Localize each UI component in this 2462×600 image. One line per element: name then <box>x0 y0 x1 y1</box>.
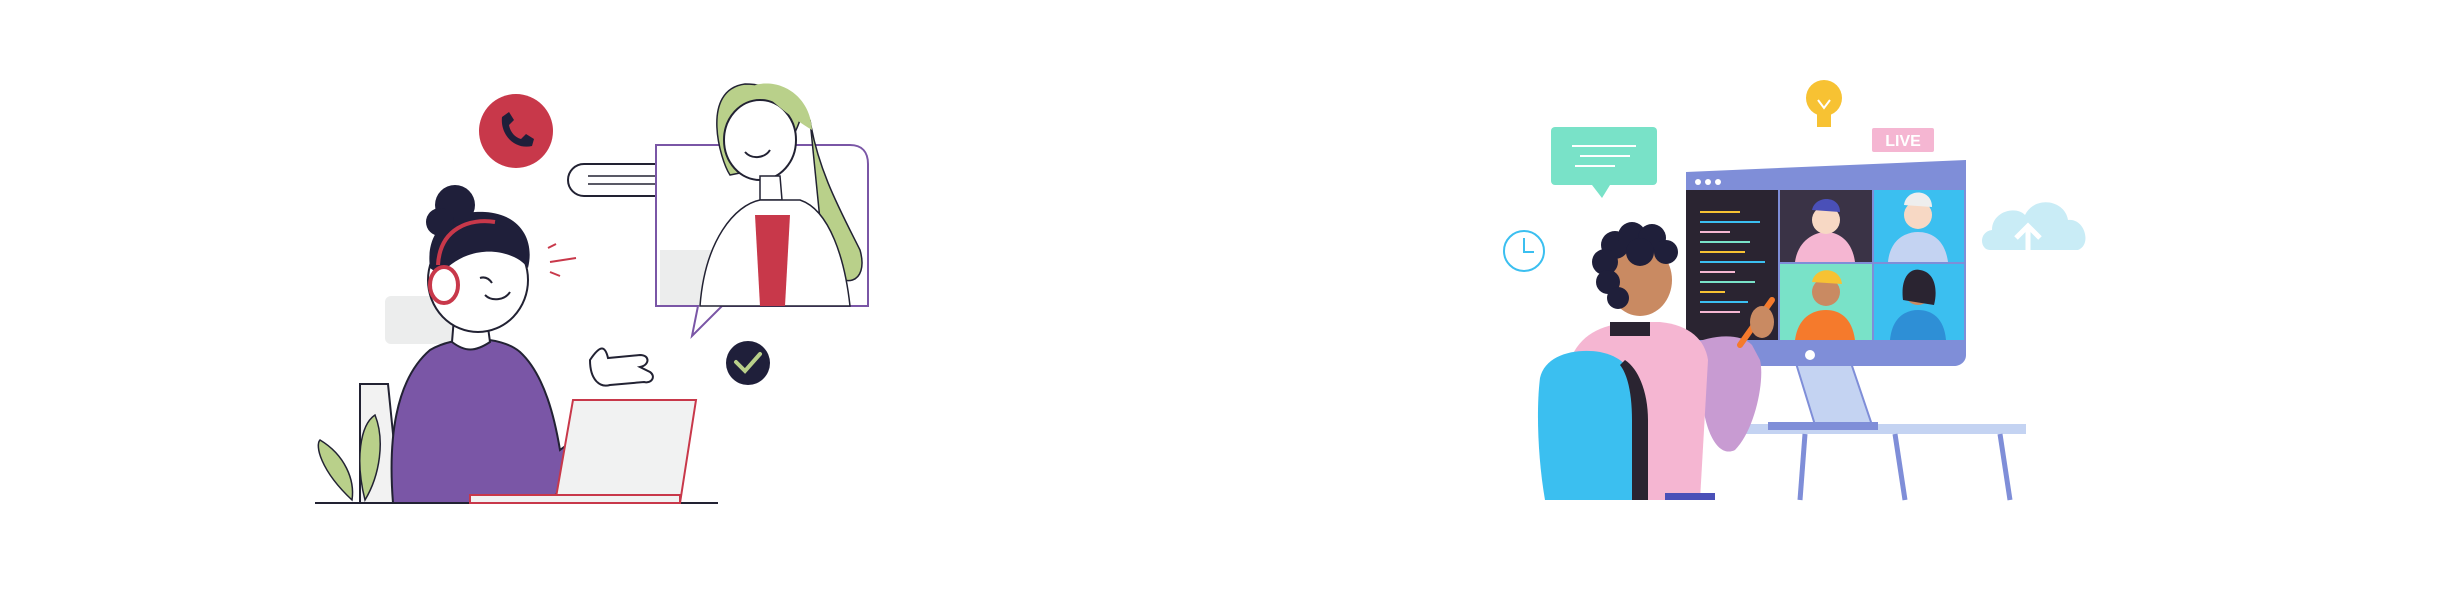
video-call-window <box>655 83 869 340</box>
illustration-canvas: LIVE <box>315 80 2086 504</box>
monitor <box>1686 160 1966 366</box>
clock-icon <box>1503 230 1545 272</box>
customer-support-illustration <box>315 83 869 504</box>
phone-icon <box>479 94 553 168</box>
desk <box>1740 424 2026 501</box>
live-label: LIVE <box>1885 133 1921 150</box>
waving-hand <box>588 347 654 387</box>
chat-bubble-icon <box>1551 127 1657 198</box>
checkmark-icon <box>726 341 770 385</box>
live-badge: LIVE <box>1872 128 1934 152</box>
lightbulb-icon <box>1806 80 1842 127</box>
cloud-upload-icon <box>1982 202 2086 250</box>
plant-icon <box>317 413 381 502</box>
monitor-stand <box>1793 359 1874 426</box>
video-conference-illustration: LIVE <box>1503 80 2086 501</box>
sound-lines <box>547 243 577 277</box>
